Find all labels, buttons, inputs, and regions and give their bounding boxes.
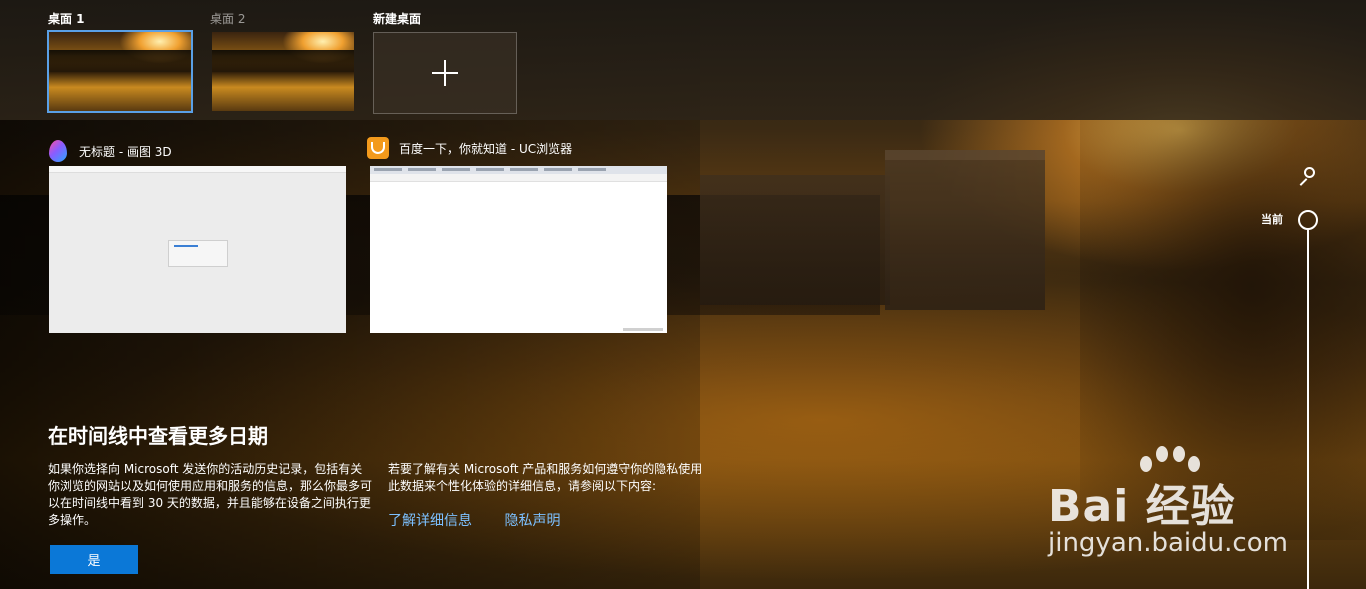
window-title-uc-browser[interactable]: 百度一下，你就知道 - UC浏览器 bbox=[367, 137, 572, 159]
promo-links: 了解详细信息 隐私声明 bbox=[388, 510, 588, 530]
window-title-paint3d-text: 无标题 - 画图 3D bbox=[79, 144, 172, 159]
paint3d-toolbar-preview bbox=[49, 166, 346, 173]
desktop-2-label: 桌面 2 bbox=[210, 12, 246, 26]
promo-privacy-text: 若要了解有关 Microsoft 产品和服务如何遵守你的隐私使用此数据来个性化体… bbox=[388, 462, 703, 493]
promo-title: 在时间线中查看更多日期 bbox=[48, 424, 268, 448]
watermark-url: jingyan.baidu.com bbox=[1048, 528, 1288, 558]
yes-button[interactable]: 是 bbox=[50, 545, 138, 574]
window-thumbnail-paint3d[interactable] bbox=[49, 166, 346, 333]
desktop-1-preview-bridge bbox=[49, 50, 191, 72]
timeline-current-node[interactable] bbox=[1298, 210, 1318, 230]
desktop-2-thumbnail[interactable] bbox=[212, 32, 354, 111]
paint3d-dialog-preview bbox=[168, 240, 228, 267]
new-desktop-label: 新建桌面 bbox=[373, 12, 422, 26]
uc-statusbar-preview bbox=[623, 328, 663, 331]
wallpaper-building bbox=[885, 150, 1045, 310]
learn-more-link[interactable]: 了解详细信息 bbox=[388, 513, 472, 529]
desktop-1-label: 桌面 1 bbox=[48, 12, 85, 26]
plus-icon bbox=[432, 60, 458, 86]
window-title-uc-browser-text: 百度一下，你就知道 - UC浏览器 bbox=[399, 141, 573, 156]
uc-tabs-preview bbox=[370, 166, 667, 174]
desktop-2-preview-bridge bbox=[212, 50, 354, 72]
search-icon[interactable] bbox=[1298, 167, 1320, 189]
virtual-desktops-bar: 桌面 1 桌面 2 新建桌面 bbox=[0, 0, 1366, 120]
window-title-paint3d[interactable]: 无标题 - 画图 3D bbox=[49, 140, 172, 162]
paint-3d-icon bbox=[49, 140, 69, 162]
timeline-current-label: 当前 bbox=[1261, 213, 1283, 226]
promo-description: 如果你选择向 Microsoft 发送你的活动历史记录，包括有关你浏览的网站以及… bbox=[48, 462, 373, 527]
baidu-jingyan-watermark: Bai 经验 jingyan.baidu.com bbox=[1048, 442, 1348, 572]
wallpaper-buildings bbox=[700, 175, 890, 305]
new-desktop-button[interactable] bbox=[373, 32, 517, 114]
uc-addressbar-preview bbox=[370, 174, 667, 182]
privacy-statement-link[interactable]: 隐私声明 bbox=[504, 513, 560, 529]
window-thumbnail-uc-browser[interactable] bbox=[370, 166, 667, 333]
watermark-main: Bai 经验 bbox=[1048, 481, 1236, 532]
desktop-1-thumbnail[interactable] bbox=[47, 30, 193, 113]
uc-browser-icon bbox=[367, 137, 389, 159]
